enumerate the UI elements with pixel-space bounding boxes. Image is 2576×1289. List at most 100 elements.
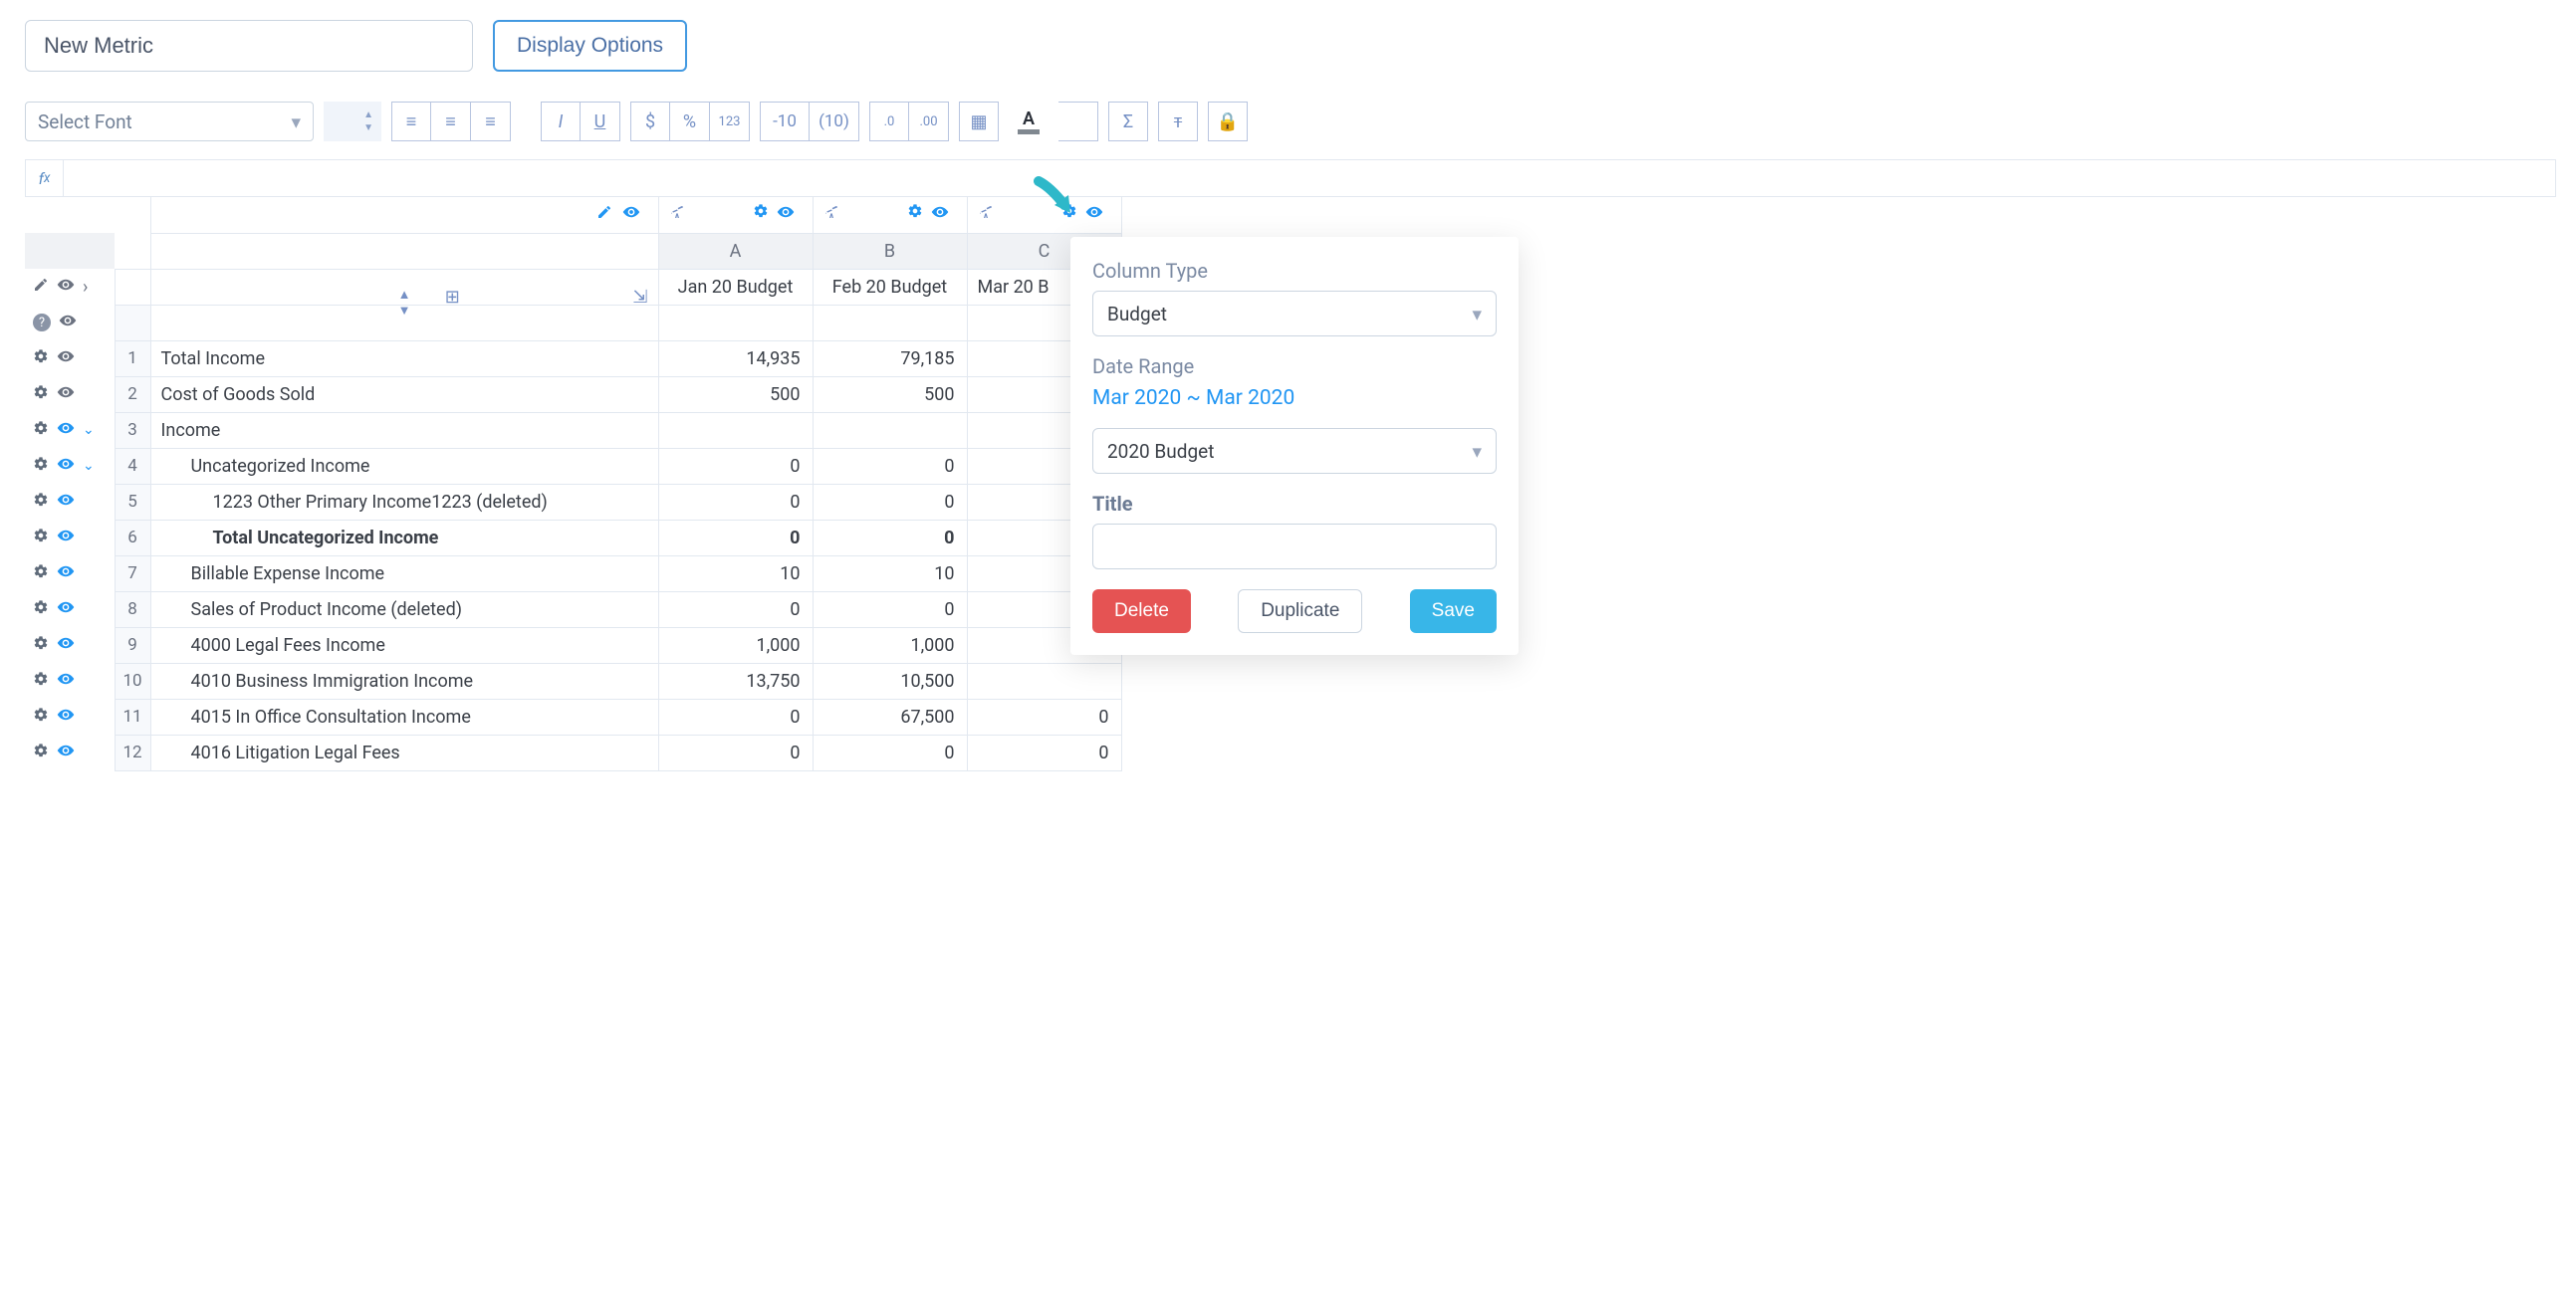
- row-label[interactable]: Cost of Goods Sold: [150, 376, 658, 412]
- cell[interactable]: 14,935: [658, 340, 813, 376]
- currency-button[interactable]: $: [630, 102, 670, 141]
- cell[interactable]: [967, 663, 1121, 699]
- font-size-stepper[interactable]: ▲▼: [324, 102, 381, 141]
- eye-icon[interactable]: [57, 598, 75, 620]
- eye-icon[interactable]: [57, 276, 75, 299]
- cell[interactable]: 0: [658, 735, 813, 770]
- cell[interactable]: 0: [658, 591, 813, 627]
- eye-icon[interactable]: [57, 419, 75, 441]
- row-number[interactable]: 9: [115, 627, 150, 663]
- cell[interactable]: 10: [658, 555, 813, 591]
- row-label[interactable]: 4015 In Office Consultation Income: [150, 699, 658, 735]
- gear-icon[interactable]: [33, 420, 49, 440]
- row-number[interactable]: 4: [115, 448, 150, 484]
- gear-icon[interactable]: [753, 203, 769, 226]
- col-letter[interactable]: A: [658, 233, 813, 269]
- cell[interactable]: 0: [813, 520, 967, 555]
- cell[interactable]: 0: [658, 520, 813, 555]
- telescope-icon[interactable]: [823, 204, 839, 225]
- row-label[interactable]: Sales of Product Income (deleted): [150, 591, 658, 627]
- row-number[interactable]: 1: [115, 340, 150, 376]
- telescope-icon[interactable]: [978, 204, 994, 225]
- row-label[interactable]: 1223 Other Primary Income1223 (deleted): [150, 484, 658, 520]
- gear-icon[interactable]: [33, 635, 49, 655]
- cell[interactable]: 10: [813, 555, 967, 591]
- eye-icon[interactable]: [622, 203, 640, 226]
- metric-name-input[interactable]: [25, 20, 473, 72]
- cell[interactable]: 0: [658, 448, 813, 484]
- cell[interactable]: 13,750: [658, 663, 813, 699]
- gear-icon[interactable]: [33, 563, 49, 583]
- cell[interactable]: 0: [658, 484, 813, 520]
- col-letter[interactable]: B: [813, 233, 967, 269]
- gear-icon[interactable]: [33, 528, 49, 547]
- cell[interactable]: 500: [658, 376, 813, 412]
- cell[interactable]: 1,000: [658, 627, 813, 663]
- delete-button[interactable]: Delete: [1092, 589, 1191, 633]
- gear-icon[interactable]: [33, 671, 49, 691]
- decrease-decimal-button[interactable]: .0: [869, 102, 909, 141]
- negative-dash-button[interactable]: -10: [760, 102, 810, 141]
- row-number[interactable]: 11: [115, 699, 150, 735]
- eye-icon[interactable]: [57, 383, 75, 405]
- increase-decimal-button[interactable]: .00: [909, 102, 949, 141]
- row-label[interactable]: Total Uncategorized Income: [150, 520, 658, 555]
- text-color-button[interactable]: A: [1009, 102, 1049, 141]
- cell[interactable]: 0: [813, 448, 967, 484]
- percent-button[interactable]: %: [670, 102, 710, 141]
- row-number[interactable]: 6: [115, 520, 150, 555]
- cell[interactable]: 0: [967, 699, 1121, 735]
- budget-select[interactable]: 2020 Budget ▾: [1092, 428, 1497, 474]
- eye-icon[interactable]: [57, 670, 75, 692]
- underline-button[interactable]: U: [581, 102, 620, 141]
- row-label[interactable]: 4000 Legal Fees Income: [150, 627, 658, 663]
- help-icon[interactable]: ?: [33, 314, 51, 331]
- gear-icon[interactable]: [33, 599, 49, 619]
- cell[interactable]: 0: [967, 735, 1121, 770]
- borders-button[interactable]: ▦: [959, 102, 999, 141]
- gear-icon[interactable]: [33, 348, 49, 368]
- fill-color-button[interactable]: [1058, 102, 1098, 141]
- number-format-button[interactable]: 123: [710, 102, 750, 141]
- eye-icon[interactable]: [57, 527, 75, 548]
- cell[interactable]: 500: [813, 376, 967, 412]
- gear-icon[interactable]: [33, 492, 49, 512]
- row-number[interactable]: 8: [115, 591, 150, 627]
- title-input[interactable]: [1092, 524, 1497, 569]
- eye-icon[interactable]: [1085, 203, 1103, 226]
- save-button[interactable]: Save: [1410, 589, 1497, 633]
- eye-icon[interactable]: [57, 706, 75, 728]
- align-right-button[interactable]: ≡: [471, 102, 511, 141]
- eye-icon[interactable]: [57, 742, 75, 763]
- cell[interactable]: [658, 412, 813, 448]
- gear-icon[interactable]: [33, 707, 49, 727]
- cell[interactable]: [813, 305, 967, 340]
- row-label[interactable]: Uncategorized Income: [150, 448, 658, 484]
- column-type-select[interactable]: Budget ▾: [1092, 291, 1497, 336]
- chevron-down-icon[interactable]: ⌄: [83, 422, 95, 438]
- italic-button[interactable]: I: [541, 102, 581, 141]
- chevron-down-icon[interactable]: ⌄: [83, 458, 95, 474]
- duplicate-button[interactable]: Duplicate: [1238, 589, 1362, 633]
- chevron-right-icon[interactable]: ›: [83, 277, 88, 298]
- cell[interactable]: 0: [658, 699, 813, 735]
- negative-paren-button[interactable]: (10): [810, 102, 859, 141]
- eye-icon[interactable]: [57, 491, 75, 513]
- eye-icon[interactable]: [57, 455, 75, 477]
- cell[interactable]: 10,500: [813, 663, 967, 699]
- pencil-icon[interactable]: [33, 277, 49, 298]
- row-number[interactable]: 5: [115, 484, 150, 520]
- align-left-button[interactable]: ≡: [391, 102, 431, 141]
- gear-icon[interactable]: [907, 203, 923, 226]
- display-options-button[interactable]: Display Options: [493, 20, 687, 72]
- lock-button[interactable]: 🔒: [1208, 102, 1248, 141]
- cell[interactable]: 0: [813, 735, 967, 770]
- row-label[interactable]: Billable Expense Income: [150, 555, 658, 591]
- cell[interactable]: 1,000: [813, 627, 967, 663]
- cell[interactable]: 67,500: [813, 699, 967, 735]
- cell[interactable]: 0: [813, 484, 967, 520]
- eye-icon[interactable]: [59, 312, 77, 333]
- gear-icon[interactable]: [33, 456, 49, 476]
- date-range-value[interactable]: Mar 2020 ~ Mar 2020: [1092, 386, 1497, 410]
- row-label[interactable]: 4016 Litigation Legal Fees: [150, 735, 658, 770]
